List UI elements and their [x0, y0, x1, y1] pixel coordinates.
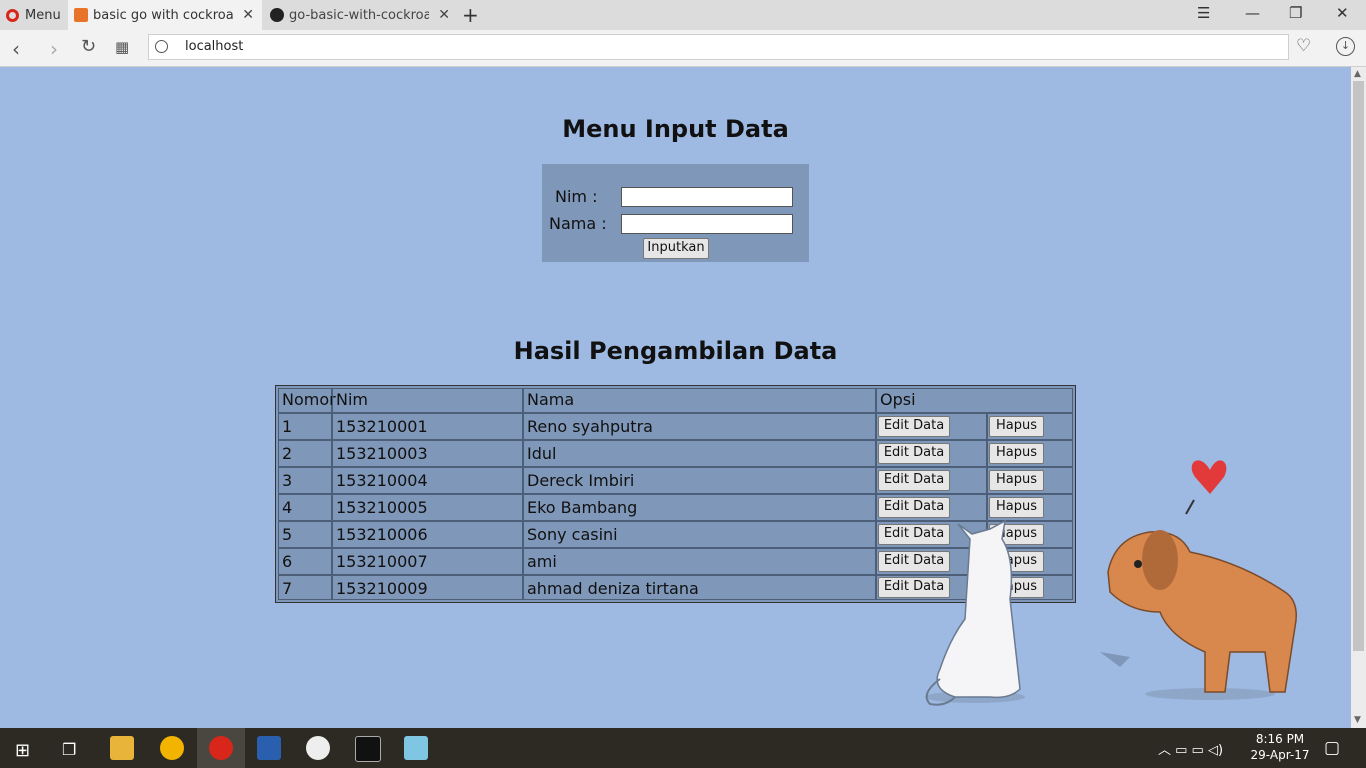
scroll-up-icon[interactable]: ▲: [1354, 69, 1361, 79]
address-bar: ‹ › ↻ ▦ localhost: [0, 30, 1366, 67]
scroll-down-icon[interactable]: ▼: [1354, 715, 1361, 725]
nama-label: Nama :: [549, 214, 607, 233]
tab-title: basic go with cockroachDB: [93, 7, 233, 23]
page-content: Menu Input Data Nim : Nama : Inputkan Ha…: [0, 67, 1351, 728]
edit-data-button[interactable]: Edit Data: [878, 443, 950, 464]
github-favicon-icon: [270, 8, 284, 22]
clock-date: 29-Apr-17: [1250, 748, 1310, 762]
edit-data-button[interactable]: Edit Data: [878, 497, 950, 518]
cell-nim: 153210005: [332, 494, 523, 521]
cell-nim: 153210009: [332, 575, 523, 600]
header-nama: Nama: [523, 388, 876, 413]
edit-data-button[interactable]: Edit Data: [878, 470, 950, 491]
bookmark-heart-icon[interactable]: ♡: [1296, 36, 1311, 56]
globe-icon: [155, 40, 168, 53]
powershell-icon[interactable]: [257, 736, 281, 760]
notepad-icon[interactable]: [404, 736, 428, 760]
cell-nama: Reno syahputra: [523, 413, 876, 440]
url-field[interactable]: localhost: [148, 34, 1289, 60]
cell-nama: ami: [523, 548, 876, 575]
back-icon[interactable]: ‹: [12, 37, 20, 61]
close-tab-icon[interactable]: ✕: [438, 7, 450, 23]
clock-time: 8:16 PM: [1255, 732, 1305, 746]
cell-nomor: 1: [278, 413, 332, 440]
tab-github[interactable]: go-basic-with-cockroachDB ✕: [264, 0, 458, 30]
cell-nomor: 7: [278, 575, 332, 600]
app-yin-yang-icon[interactable]: [306, 736, 330, 760]
scrollbar-thumb[interactable]: [1353, 81, 1364, 651]
taskbar-clock[interactable]: 8:16 PM 29-Apr-17: [1250, 731, 1310, 763]
taskbar: ⊞ ❐ ︿ ▭ ▭ ◁) ▢: [0, 728, 1366, 768]
header-nomor: Nomor: [278, 388, 336, 413]
file-explorer-icon[interactable]: [110, 736, 134, 760]
opera-taskbar-icon[interactable]: [209, 736, 233, 760]
cell-nim: 153210006: [332, 521, 523, 548]
edit-data-button[interactable]: Edit Data: [878, 416, 950, 437]
opera-menu-button[interactable]: Menu: [0, 0, 66, 30]
cell-nim: 153210001: [332, 413, 523, 440]
hapus-button[interactable]: Hapus: [989, 470, 1044, 491]
header-opsi: Opsi: [876, 388, 1073, 413]
cell-nama: Dereck Imbiri: [523, 467, 876, 494]
close-tab-icon[interactable]: ✕: [242, 7, 254, 23]
cell-nomor: 2: [278, 440, 332, 467]
cell-nama: ahmad deniza tirtana: [523, 575, 876, 600]
windows-start-icon[interactable]: ⊞: [15, 740, 30, 761]
cell-nim: 153210007: [332, 548, 523, 575]
input-form: Nim : Nama : Inputkan: [542, 164, 809, 262]
restore-icon[interactable]: ❐: [1289, 4, 1302, 22]
nim-input[interactable]: [621, 187, 793, 207]
terminal-icon[interactable]: [355, 736, 381, 762]
notification-icon[interactable]: ▢: [1324, 738, 1340, 758]
cell-nama: Sony casini: [523, 521, 876, 548]
cell-nama: Eko Bambang: [523, 494, 876, 521]
tab-basic-go[interactable]: basic go with cockroachDB ✕: [68, 0, 262, 30]
minimize-icon[interactable]: —: [1245, 4, 1260, 22]
cell-nim: 153210004: [332, 467, 523, 494]
cell-nama: Idul: [523, 440, 876, 467]
nim-label: Nim :: [555, 187, 598, 206]
cell-nim: 153210003: [332, 440, 523, 467]
opera-logo-icon: [6, 8, 19, 22]
cell-nomor: 4: [278, 494, 332, 521]
app-warning-icon[interactable]: [160, 736, 184, 760]
cell-nomor: 6: [278, 548, 332, 575]
tab-menu-icon[interactable]: ☰: [1197, 4, 1210, 22]
hapus-button[interactable]: Hapus: [989, 443, 1044, 464]
vertical-scrollbar[interactable]: ▲ ▼: [1351, 67, 1366, 728]
nama-input[interactable]: [621, 214, 793, 234]
hapus-button[interactable]: Hapus: [989, 497, 1044, 518]
menu-label: Menu: [25, 7, 61, 23]
header-nim: Nim: [332, 388, 523, 413]
dog-illustration: [1100, 460, 1297, 700]
reload-icon[interactable]: ↻: [81, 36, 96, 57]
xampp-favicon-icon: [74, 8, 88, 22]
results-title: Hasil Pengambilan Data: [513, 337, 838, 365]
url-text: localhost: [185, 39, 244, 54]
close-window-icon[interactable]: ✕: [1336, 4, 1349, 22]
form-title: Menu Input Data: [562, 115, 789, 143]
system-tray-icons[interactable]: ︿ ▭ ▭ ◁): [1158, 739, 1223, 758]
tab-bar: Menu basic go with cockroachDB ✕ go-basi…: [0, 0, 1366, 30]
tab-title: go-basic-with-cockroachDB: [289, 7, 429, 23]
inputkan-button[interactable]: Inputkan: [643, 238, 709, 259]
hapus-button[interactable]: Hapus: [989, 416, 1044, 437]
cell-nomor: 5: [278, 521, 332, 548]
speed-dial-icon[interactable]: ▦: [115, 38, 129, 56]
task-view-icon[interactable]: ❐: [62, 740, 76, 759]
cat-illustration: [925, 519, 1025, 706]
download-icon[interactable]: ↓: [1336, 37, 1355, 56]
new-tab-icon[interactable]: +: [462, 3, 479, 27]
forward-icon[interactable]: ›: [50, 37, 58, 61]
cell-nomor: 3: [278, 467, 332, 494]
